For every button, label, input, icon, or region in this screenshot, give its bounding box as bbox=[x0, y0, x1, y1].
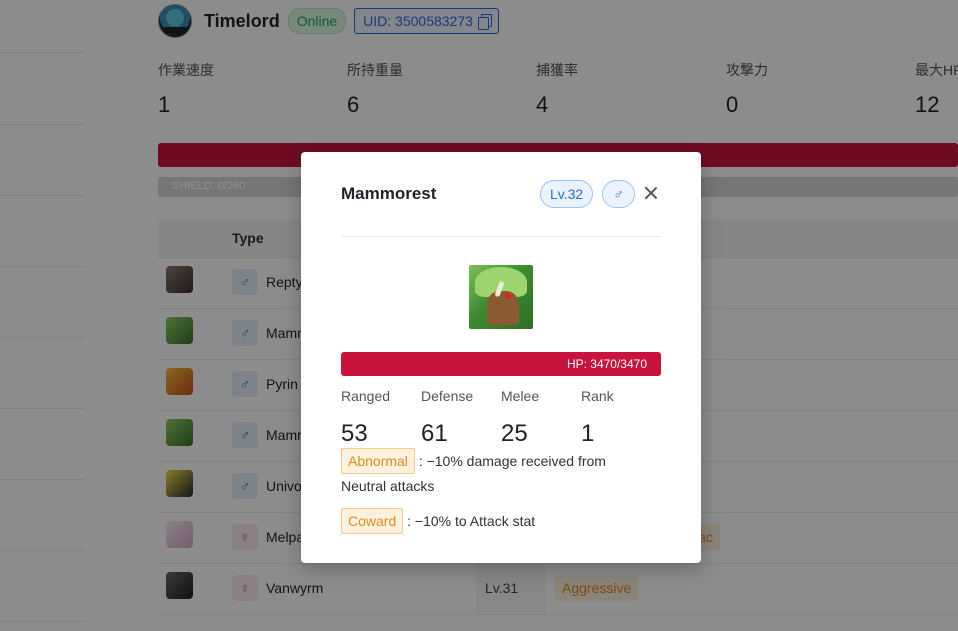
passive-skill-tag: Coward bbox=[341, 508, 404, 534]
hp-bar: HP: 3470/3470 bbox=[341, 352, 661, 376]
stat-value: 61 bbox=[421, 420, 448, 447]
stat-label: Ranged bbox=[341, 388, 391, 404]
stat-ranged: Ranged 53 bbox=[341, 388, 390, 448]
passive-skill-tag: Abnormal bbox=[341, 448, 415, 474]
hp-text: HP: 3470/3470 bbox=[566, 357, 647, 371]
stat-rank: Rank 1 bbox=[581, 388, 614, 448]
stat-value: 53 bbox=[341, 420, 368, 447]
pal-portrait bbox=[469, 265, 533, 329]
stat-defense: Defense 61 bbox=[421, 388, 473, 448]
pal-detail-modal: Mammorest Lv.32 ♂ HP: 3470/3470 Ranged 5… bbox=[301, 152, 701, 563]
passive-skill-description-cont: Neutral attacks bbox=[341, 478, 435, 494]
divider bbox=[341, 236, 661, 237]
stat-value: 1 bbox=[581, 420, 595, 447]
male-icon: ♂ bbox=[602, 180, 635, 208]
stat-value: 25 bbox=[501, 420, 528, 447]
level-badge: Lv.32 bbox=[540, 180, 594, 208]
passive-skill: Abnormal : −10% damage received from Neu… bbox=[341, 448, 606, 499]
close-icon[interactable] bbox=[642, 184, 660, 202]
modal-title: Mammorest bbox=[341, 184, 437, 203]
stat-label: Defense bbox=[421, 388, 474, 404]
passive-skill-description: : −10% damage received from bbox=[418, 453, 606, 469]
stat-label: Rank bbox=[581, 388, 614, 404]
stat-label: Melee bbox=[501, 388, 540, 404]
stat-melee: Melee 25 bbox=[501, 388, 539, 448]
passive-skill: Coward : −10% to Attack stat bbox=[341, 508, 535, 534]
passive-skill-description: : −10% to Attack stat bbox=[407, 513, 536, 529]
